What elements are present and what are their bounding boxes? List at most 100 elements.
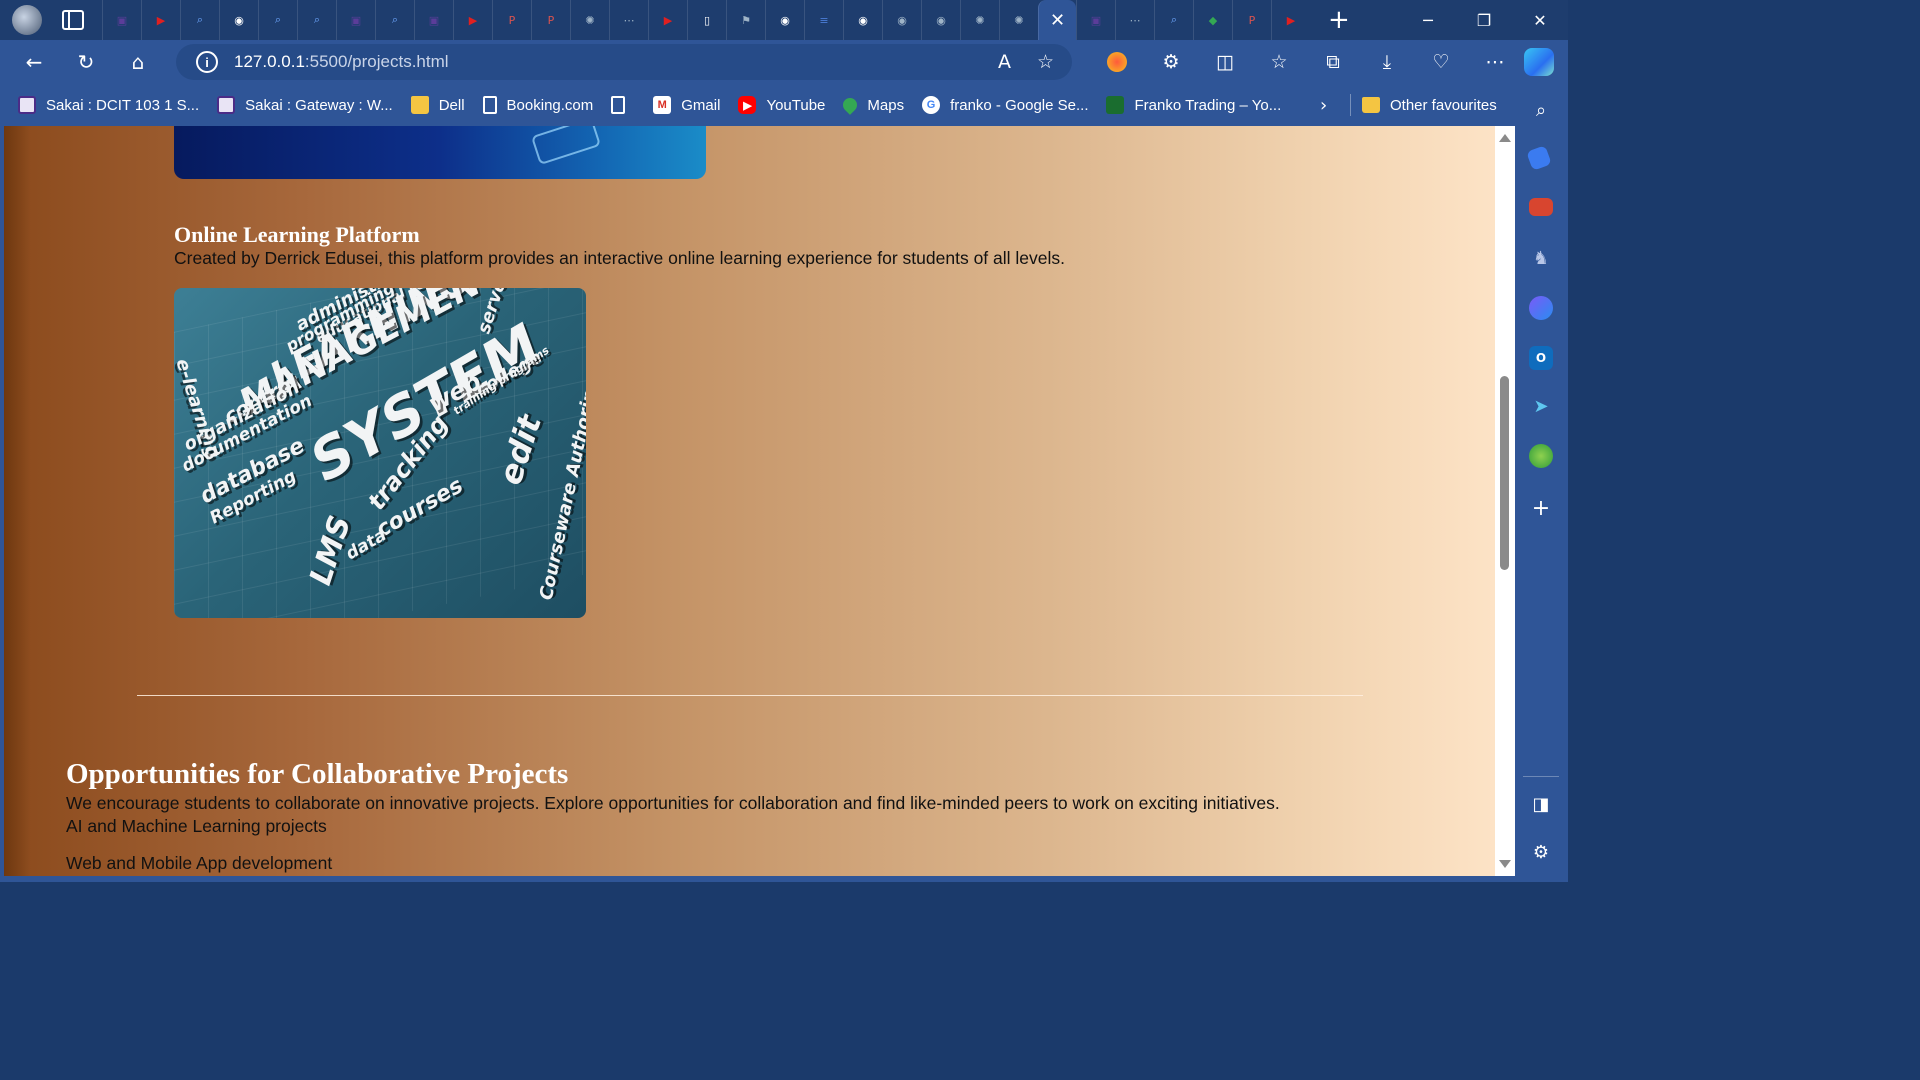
tab[interactable]: ✺ [999,0,1038,40]
split-screen-icon[interactable]: ◫ [1198,51,1252,73]
tab[interactable]: ◆ [1193,0,1232,40]
restore-icon[interactable]: ❐ [1456,0,1512,40]
tab[interactable]: ⌕ [1154,0,1193,40]
tab[interactable]: P [531,0,570,40]
search-icon: ⌕ [274,13,282,26]
minimize-icon[interactable]: ─ [1400,0,1456,40]
tab[interactable]: ▶ [1271,0,1310,40]
window-close-icon[interactable]: ✕ [1512,0,1568,40]
scroll-up-arrow-icon[interactable] [1499,134,1511,142]
profile-avatar[interactable] [12,5,42,35]
sidebar-settings-gear-icon[interactable]: ⚙ [1529,840,1553,864]
tools-briefcase-icon[interactable] [1529,198,1553,216]
tab[interactable]: ▯ [687,0,726,40]
send-icon[interactable]: ➤ [1529,394,1553,418]
copilot-sidebar-icon[interactable] [1529,296,1553,320]
tab[interactable]: ⌕ [297,0,336,40]
favorite-item[interactable]: ▶ YouTube [738,96,825,114]
back-icon[interactable]: ← [16,44,52,80]
games-icon[interactable]: ♞ [1529,246,1553,270]
github-icon: ◉ [780,13,790,27]
favorite-label: Booking.com [506,96,594,114]
tab[interactable]: ⌕ [258,0,297,40]
sakai-icon: ▣ [428,13,440,27]
browser-essentials-icon[interactable]: ♡ [1414,51,1468,73]
project-title: Online Learning Platform [174,222,420,247]
downloads-icon[interactable]: ⤓ [1360,51,1414,73]
favorites-icon[interactable]: ☆ [1252,51,1306,73]
favorite-item[interactable]: M Gmail [653,96,720,114]
home-icon[interactable]: ⌂ [120,44,156,80]
favorite-item[interactable]: Booking.com [482,96,594,114]
tab[interactable]: ◉ [843,0,882,40]
favorite-label: YouTube [766,96,826,114]
site-info-icon[interactable]: i [196,51,218,73]
tab-actions-icon[interactable] [62,10,84,30]
tab[interactable]: ▣ [336,0,375,40]
collab-section-description: We encourage students to collaborate on … [66,793,1280,813]
scroll-down-arrow-icon[interactable] [1499,860,1511,868]
tab-strip: ▣ ▶ ⌕ ◉ ⌕ ⌕ ▣ ⌕ ▣ ▶ P P ✺ ⋯ ▶ ▯ ⚑ ◉ ≡ ◉ ◉ ◉ ✺ ✺ ✕ ▣ ⋯ ⌕ ◆ P ▶ + ─ ❐ ✕ [0,0,1568,40]
tree-icon[interactable] [1529,444,1553,468]
search-icon: ⌕ [196,13,204,26]
more-icon: ⋯ [623,13,635,27]
favorite-item[interactable]: Sakai : DCIT 103 1 S... [18,96,199,114]
tab[interactable]: P [492,0,531,40]
favorite-item[interactable]: Franko Trading – Yo... [1106,96,1281,114]
tab[interactable]: P [1232,0,1271,40]
read-aloud-icon[interactable]: A [998,51,1011,73]
tab[interactable]: ⌕ [375,0,414,40]
favorites-overflow-chevron-icon[interactable]: › [1320,95,1327,116]
tab[interactable]: ≡ [804,0,843,40]
collab-item: AI and Machine Learning projects [66,816,327,836]
favorite-item[interactable]: Sakai : Gateway : W... [217,96,393,114]
favorite-star-icon[interactable]: ☆ [1037,51,1054,73]
tab[interactable]: ⋯ [609,0,648,40]
extension-icon[interactable] [1090,52,1144,72]
tab[interactable]: ✺ [570,0,609,40]
tab[interactable]: ◉ [765,0,804,40]
tab[interactable]: ⚑ [726,0,765,40]
copilot-icon[interactable] [1524,48,1554,76]
new-tab-icon[interactable]: + [1328,5,1350,35]
hide-sidebar-icon[interactable]: ◨ [1529,792,1553,816]
tab[interactable]: ▶ [453,0,492,40]
collab-item: Web and Mobile App development [66,853,333,873]
collections-icon[interactable]: ⧉ [1306,51,1360,73]
tab[interactable]: ▣ [414,0,453,40]
tab[interactable]: ▶ [141,0,180,40]
github-icon: ◉ [858,13,868,27]
outlook-icon[interactable]: O [1529,346,1553,370]
tab[interactable]: ⋯ [1115,0,1154,40]
favorite-item[interactable] [611,96,635,114]
other-favourites-folder[interactable]: Other favourites [1362,97,1497,114]
favorite-item[interactable]: Maps [840,95,904,115]
refresh-icon[interactable]: ↻ [68,44,104,80]
address-url[interactable]: 127.0.0.1:5500/projects.html [234,52,449,72]
sidebar-search-icon[interactable]: ⌕ [1529,98,1553,122]
more-options-icon[interactable]: ⋯ [1468,51,1522,73]
tab[interactable]: ▣ [1076,0,1115,40]
sakai-icon: ▣ [116,13,128,27]
tab[interactable]: ◉ [921,0,960,40]
tab[interactable]: ▶ [648,0,687,40]
shopping-tag-icon[interactable] [1526,145,1552,171]
search-icon: ⌕ [313,13,321,26]
favorite-item[interactable]: Gfranko - Google Se... [922,96,1088,114]
tab[interactable]: ▣ [102,0,141,40]
franko-icon [1106,96,1125,114]
extensions-puzzle-icon[interactable]: ⚙ [1144,51,1198,73]
tab[interactable]: ⌕ [180,0,219,40]
tab[interactable]: ◉ [882,0,921,40]
address-bar[interactable]: i 127.0.0.1:5500/projects.html A ☆ [176,44,1072,80]
tab[interactable]: ◉ [219,0,258,40]
favorites-bar: Sakai : DCIT 103 1 S... Sakai : Gateway :… [0,84,1515,126]
page-scrollbar[interactable] [1495,126,1515,876]
favorite-item[interactable]: Dell [410,96,465,114]
sakai-icon: ▣ [350,13,362,27]
close-icon[interactable]: ✕ [1049,10,1067,31]
scrollbar-thumb[interactable] [1500,376,1509,570]
add-sidebar-app-icon[interactable]: + [1529,496,1553,521]
tab[interactable]: ✺ [960,0,999,40]
tab-active[interactable]: ✕ [1038,0,1076,40]
